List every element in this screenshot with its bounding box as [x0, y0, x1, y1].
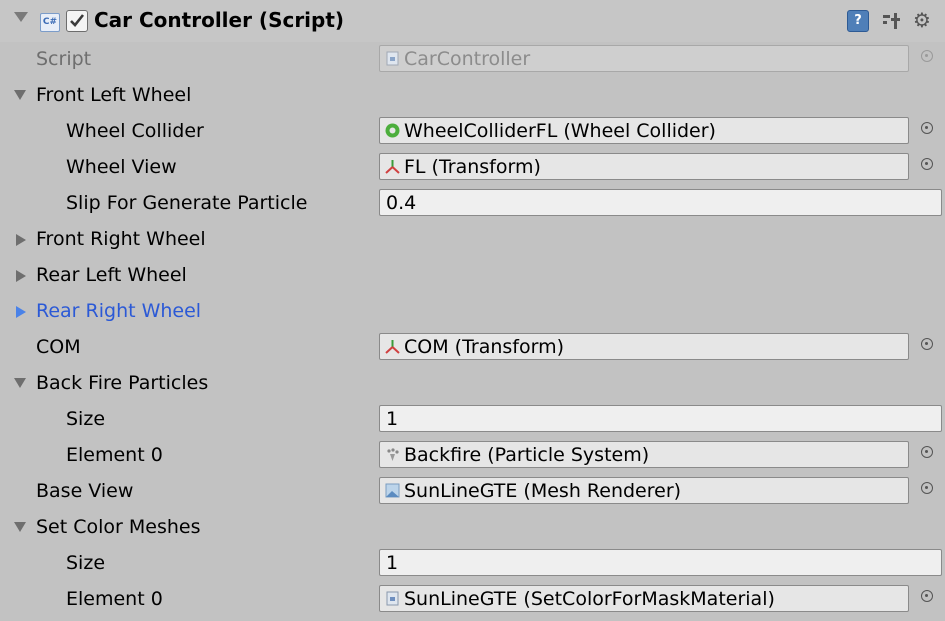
front-left-wheel-row[interactable]: Front Left Wheel — [0, 78, 945, 114]
set-color-element0-label: Element 0 — [66, 588, 163, 610]
slip-input[interactable]: 0.4 — [379, 189, 942, 216]
rear-left-wheel-row[interactable]: Rear Left Wheel — [0, 258, 945, 294]
slip-row: Slip For Generate Particle 0.4 — [0, 186, 945, 222]
backfire-element0-row: Element 0 Backfire (Particle System) — [0, 438, 945, 474]
set-color-element0-row: Element 0 SunLineGTE (SetColorForMaskMat… — [0, 582, 945, 618]
base-view-object-picker-icon[interactable] — [921, 482, 933, 494]
backfire-size-label[interactable]: Size — [66, 408, 105, 430]
com-label: COM — [36, 336, 81, 358]
slip-label[interactable]: Slip For Generate Particle — [66, 192, 307, 214]
com-value: COM (Transform) — [404, 336, 564, 358]
preset-sliders-icon[interactable] — [880, 10, 902, 32]
backfire-element0-value: Backfire (Particle System) — [404, 444, 650, 466]
wheel-view-label: Wheel View — [66, 156, 177, 178]
backfire-particles-label[interactable]: Back Fire Particles — [36, 372, 208, 394]
mesh-renderer-icon — [385, 483, 400, 498]
set-color-meshes-label[interactable]: Set Color Meshes — [36, 516, 201, 538]
help-book-icon[interactable]: ? — [847, 10, 869, 32]
transform-axes-icon — [385, 340, 400, 354]
foldout-closed-icon[interactable] — [16, 234, 26, 246]
wheel-collider-icon — [385, 123, 400, 138]
foldout-open-icon[interactable] — [14, 90, 26, 100]
checkmark-icon — [70, 14, 85, 27]
backfire-size-value: 1 — [386, 408, 399, 430]
particle-system-icon — [387, 448, 399, 461]
wheel-view-field[interactable]: FL (Transform) — [379, 153, 909, 180]
component-foldout-arrow[interactable] — [14, 12, 28, 22]
wheel-collider-object-picker-icon[interactable] — [921, 122, 933, 134]
backfire-element0-field[interactable]: Backfire (Particle System) — [379, 441, 909, 468]
base-view-label: Base View — [36, 480, 134, 502]
backfire-size-input[interactable]: 1 — [379, 405, 942, 432]
set-color-element0-object-picker-icon[interactable] — [921, 590, 933, 602]
foldout-open-icon[interactable] — [14, 378, 26, 388]
component-title: Car Controller (Script) — [94, 8, 345, 32]
rear-right-wheel-label[interactable]: Rear Right Wheel — [36, 300, 201, 322]
script-value: CarController — [404, 48, 531, 70]
foldout-closed-icon[interactable] — [16, 270, 26, 282]
backfire-element0-label: Element 0 — [66, 444, 163, 466]
enabled-checkbox[interactable] — [66, 10, 88, 32]
backfire-element0-object-picker-icon[interactable] — [921, 446, 933, 458]
transform-axes-icon — [385, 160, 400, 174]
wheel-view-object-picker-icon[interactable] — [921, 158, 933, 170]
set-color-meshes-row[interactable]: Set Color Meshes — [0, 510, 945, 546]
set-color-size-value: 1 — [386, 552, 399, 574]
wheel-view-row: Wheel View FL (Transform) — [0, 150, 945, 186]
set-color-size-row: Size 1 — [0, 546, 945, 582]
script-field: CarController — [379, 45, 909, 72]
front-right-wheel-row[interactable]: Front Right Wheel — [0, 222, 945, 258]
wheel-view-value: FL (Transform) — [404, 156, 541, 178]
set-color-element0-field[interactable]: SunLineGTE (SetColorForMaskMaterial) — [379, 585, 909, 612]
rear-left-wheel-label[interactable]: Rear Left Wheel — [36, 264, 187, 286]
wheel-collider-row: Wheel Collider WheelColliderFL (Wheel Co… — [0, 114, 945, 150]
script-label: Script — [36, 48, 92, 70]
component-header[interactable]: C# Car Controller (Script) ? ⚙ — [0, 0, 945, 42]
com-field[interactable]: COM (Transform) — [379, 333, 909, 360]
front-left-wheel-label[interactable]: Front Left Wheel — [36, 84, 191, 106]
wheel-collider-value: WheelColliderFL (Wheel Collider) — [404, 120, 716, 142]
backfire-size-row: Size 1 — [0, 402, 945, 438]
script-object-picker-icon — [921, 50, 933, 62]
script-asset-icon — [386, 51, 399, 66]
csharp-script-icon: C# — [40, 13, 60, 32]
rear-right-wheel-row[interactable]: Rear Right Wheel — [0, 294, 945, 330]
script-row: Script CarController — [0, 42, 945, 78]
set-color-size-label[interactable]: Size — [66, 552, 105, 574]
base-view-row: Base View SunLineGTE (Mesh Renderer) — [0, 474, 945, 510]
wheel-collider-field[interactable]: WheelColliderFL (Wheel Collider) — [379, 117, 909, 144]
com-object-picker-icon[interactable] — [921, 338, 933, 350]
wheel-collider-label: Wheel Collider — [66, 120, 204, 142]
front-right-wheel-label[interactable]: Front Right Wheel — [36, 228, 206, 250]
backfire-particles-row[interactable]: Back Fire Particles — [0, 366, 945, 402]
set-color-size-input[interactable]: 1 — [379, 549, 942, 576]
set-color-element0-value: SunLineGTE (SetColorForMaskMaterial) — [404, 588, 775, 610]
com-row: COM COM (Transform) — [0, 330, 945, 366]
slip-value: 0.4 — [386, 192, 417, 214]
foldout-closed-icon[interactable] — [16, 306, 26, 318]
base-view-field[interactable]: SunLineGTE (Mesh Renderer) — [379, 477, 909, 504]
base-view-value: SunLineGTE (Mesh Renderer) — [404, 480, 682, 502]
foldout-open-icon[interactable] — [14, 522, 26, 532]
gear-icon[interactable]: ⚙ — [913, 8, 945, 32]
script-asset-icon — [386, 591, 399, 606]
